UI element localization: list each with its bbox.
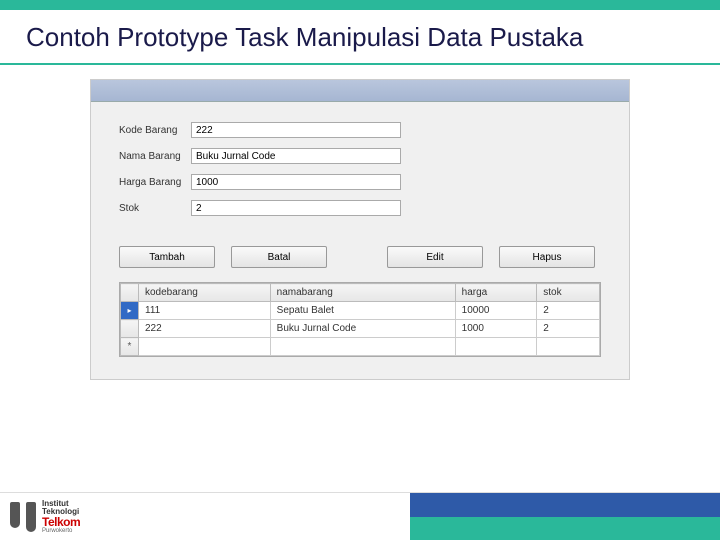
input-kode-barang[interactable] (191, 122, 401, 138)
row-indicator-icon (121, 302, 139, 320)
label-nama-barang: Nama Barang (119, 151, 191, 162)
input-stok[interactable] (191, 200, 401, 216)
row-indicator-icon (121, 320, 139, 338)
window-titlebar[interactable] (91, 80, 629, 102)
top-accent-bar (0, 0, 720, 10)
cell-kode[interactable]: 111 (139, 302, 271, 320)
col-kodebarang[interactable]: kodebarang (139, 284, 271, 302)
col-stok[interactable]: stok (537, 284, 600, 302)
label-harga-barang: Harga Barang (119, 177, 191, 188)
tambah-button[interactable]: Tambah (119, 246, 215, 268)
hapus-button[interactable]: Hapus (499, 246, 595, 268)
cell-harga[interactable]: 10000 (455, 302, 537, 320)
input-harga-barang[interactable] (191, 174, 401, 190)
app-window: Kode Barang Nama Barang Harga Barang Sto… (90, 79, 630, 380)
logo-mark-icon (10, 502, 36, 532)
new-row-icon (121, 338, 139, 356)
input-nama-barang[interactable] (191, 148, 401, 164)
button-row: Tambah Batal Edit Hapus (91, 236, 629, 282)
table-new-row[interactable] (121, 338, 600, 356)
cell-kode[interactable]: 222 (139, 320, 271, 338)
cell-harga[interactable]: 1000 (455, 320, 537, 338)
table-row[interactable]: 222 Buku Jurnal Code 1000 2 (121, 320, 600, 338)
cell-nama[interactable]: Buku Jurnal Code (270, 320, 455, 338)
edit-button[interactable]: Edit (387, 246, 483, 268)
institution-logo: Institut Teknologi Telkom Purwokerto (0, 493, 90, 540)
label-kode-barang: Kode Barang (119, 125, 191, 136)
cell-stok[interactable]: 2 (537, 320, 600, 338)
slide-footer: Institut Teknologi Telkom Purwokerto (0, 492, 720, 540)
grid-corner (121, 284, 139, 302)
batal-button[interactable]: Batal (231, 246, 327, 268)
form-panel: Kode Barang Nama Barang Harga Barang Sto… (91, 102, 629, 236)
logo-line3: Telkom (42, 516, 80, 528)
cell-nama[interactable]: Sepatu Balet (270, 302, 455, 320)
slide-title: Contoh Prototype Task Manipulasi Data Pu… (0, 10, 720, 65)
table-row[interactable]: 111 Sepatu Balet 10000 2 (121, 302, 600, 320)
data-grid[interactable]: kodebarang namabarang harga stok 111 Sep… (119, 282, 601, 357)
col-harga[interactable]: harga (455, 284, 537, 302)
cell-stok[interactable]: 2 (537, 302, 600, 320)
label-stok: Stok (119, 203, 191, 214)
footer-decorative-bars (410, 493, 720, 540)
col-namabarang[interactable]: namabarang (270, 284, 455, 302)
